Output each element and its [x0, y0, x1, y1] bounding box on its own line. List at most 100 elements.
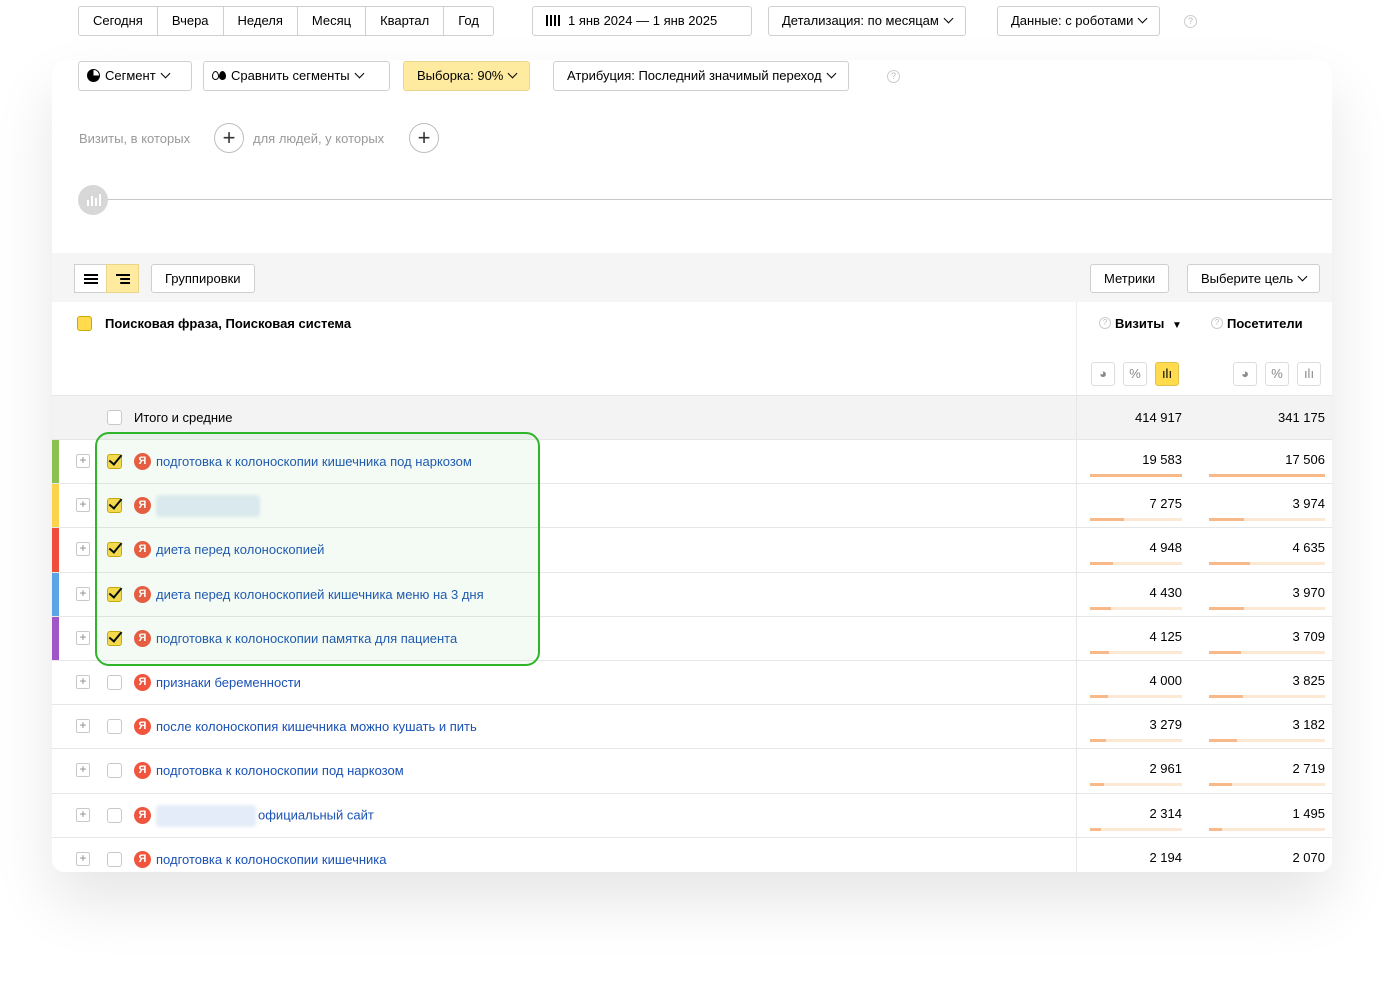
help-icon[interactable]: ?: [1099, 317, 1111, 329]
chevron-down-icon: [1137, 13, 1148, 24]
totals-checkbox[interactable]: [107, 410, 122, 425]
bar-chart-icon[interactable]: [78, 185, 108, 215]
search-phrase-link[interactable]: после колоноскопия кишечника можно кушат…: [156, 719, 477, 734]
visits-value: 2 194: [1149, 849, 1182, 865]
visitors-value: 3 825: [1292, 673, 1325, 688]
visitors-share-fill: [1209, 606, 1244, 610]
visits-value: 2 961: [1149, 761, 1182, 777]
visitors-share-fill: [1209, 474, 1325, 477]
select-all-checkbox[interactable]: [77, 316, 92, 331]
visits-share-bar: [1090, 739, 1182, 743]
list-icon: [84, 274, 98, 284]
expand-row-button[interactable]: +: [76, 719, 90, 734]
expand-row-button[interactable]: +: [76, 586, 90, 601]
visits-header[interactable]: Визиты ▼: [1115, 316, 1182, 331]
series-color-strip: [52, 440, 59, 484]
search-phrase-link[interactable]: подготовка к колоноскопии под наркозом: [156, 763, 404, 778]
chart-timeline: [106, 199, 1332, 200]
visitors-share-fill: [1209, 827, 1222, 831]
list-view-button[interactable]: [74, 264, 107, 293]
percent-toggle-icon[interactable]: %: [1123, 362, 1147, 386]
visitors-header[interactable]: Посетители: [1227, 316, 1303, 331]
visits-value: 7 275: [1149, 496, 1182, 512]
totals-visitors: 341 175: [1278, 410, 1325, 425]
period-year-button[interactable]: Год: [444, 7, 493, 35]
search-phrase-link[interactable]: официальный сайт: [156, 804, 374, 827]
yandex-icon: Я: [134, 806, 151, 824]
expand-row-button[interactable]: +: [76, 763, 90, 778]
tree-view-button[interactable]: [106, 264, 139, 293]
visitors-value: 1 495: [1292, 805, 1325, 821]
visitors-share-bar: [1209, 562, 1325, 566]
row-checkbox[interactable]: [107, 807, 122, 823]
groupings-button[interactable]: Группировки: [151, 264, 255, 293]
visitors-share-bar: [1209, 606, 1325, 610]
visits-share-bar: [1090, 518, 1182, 522]
totals-visits: 414 917: [1135, 410, 1182, 425]
series-color-strip: [52, 572, 59, 617]
row-checkbox[interactable]: [107, 851, 122, 867]
percent-toggle-icon[interactable]: %: [1265, 362, 1289, 386]
series-color-strip: [52, 616, 59, 661]
date-range-button[interactable]: 1 янв 2024 — 1 янв 2025: [532, 6, 752, 36]
expand-row-button[interactable]: +: [76, 851, 90, 866]
search-phrase-link[interactable]: признаки беременности: [156, 675, 301, 690]
row-checkbox[interactable]: [107, 675, 122, 690]
expand-row-button[interactable]: +: [76, 630, 90, 645]
period-today-button[interactable]: Сегодня: [79, 7, 158, 35]
bar-chart-toggle-icon[interactable]: ılı: [1155, 362, 1179, 386]
expand-row-button[interactable]: +: [76, 454, 90, 468]
visitors-share-bar: [1209, 518, 1325, 522]
visits-value: 4 125: [1149, 628, 1182, 644]
expand-row-button[interactable]: +: [76, 498, 90, 513]
search-phrase-link[interactable]: подготовка к колоноскопии кишечника: [156, 852, 387, 867]
table-row: + Я после колоноскопия кишечника можно к…: [52, 704, 1332, 750]
table-row: + Я официальный сайт 2 314 1 495: [52, 792, 1332, 838]
visits-share-bar: [1090, 474, 1182, 477]
visitors-value: 3 970: [1292, 584, 1325, 600]
visits-value: 4 948: [1149, 540, 1182, 556]
series-color-strip: [52, 484, 59, 529]
visitors-value: 3 709: [1292, 628, 1325, 644]
add-visit-condition-button[interactable]: +: [214, 123, 244, 153]
redacted-text: [156, 804, 256, 827]
period-week-button[interactable]: Неделя: [224, 7, 298, 35]
visitors-value: 3 182: [1292, 717, 1325, 733]
visits-share-bar: [1090, 606, 1182, 610]
help-icon[interactable]: ?: [1184, 15, 1197, 28]
yandex-icon: Я: [134, 718, 151, 736]
visitors-share-fill: [1209, 783, 1232, 787]
yandex-icon: Я: [134, 762, 151, 780]
period-quarter-button[interactable]: Квартал: [366, 7, 445, 35]
chevron-down-icon: [1297, 271, 1308, 282]
visits-share-bar: [1090, 562, 1182, 566]
help-icon[interactable]: ?: [1211, 317, 1223, 329]
expand-row-button[interactable]: +: [76, 542, 90, 557]
visitors-share-fill: [1209, 650, 1241, 654]
visits-share-bar: [1090, 783, 1182, 787]
visits-share-bar: [1090, 827, 1182, 831]
sort-desc-icon: ▼: [1171, 320, 1182, 331]
metrics-button[interactable]: Метрики: [1090, 264, 1170, 293]
add-people-condition-button[interactable]: +: [409, 123, 439, 153]
data-mode-dropdown[interactable]: Данные: с роботами: [997, 6, 1161, 36]
period-month-button[interactable]: Месяц: [298, 7, 367, 35]
people-filter-label: для людей, у которых: [253, 131, 385, 146]
table-row: + Я подготовка к колоноскопии под наркоз…: [52, 748, 1332, 794]
visitors-value: 3 974: [1292, 496, 1325, 512]
bar-chart-toggle-icon[interactable]: ılı: [1297, 362, 1321, 386]
chevron-down-icon: [943, 13, 954, 24]
row-checkbox[interactable]: [107, 719, 122, 735]
period-yesterday-button[interactable]: Вчера: [158, 7, 224, 35]
calendar-icon: [546, 15, 560, 26]
detail-dropdown[interactable]: Детализация: по месяцам: [768, 6, 966, 36]
visits-share-fill: [1090, 650, 1109, 654]
goal-dropdown[interactable]: Выберите цель: [1187, 264, 1321, 293]
visitors-share-fill: [1209, 562, 1250, 566]
expand-row-button[interactable]: +: [76, 807, 90, 822]
pie-chart-toggle-icon[interactable]: ◕: [1091, 362, 1115, 386]
visitors-share-fill: [1209, 518, 1244, 522]
row-checkbox[interactable]: [107, 763, 122, 779]
expand-row-button[interactable]: +: [76, 675, 90, 689]
pie-chart-toggle-icon[interactable]: ◕: [1233, 362, 1257, 386]
